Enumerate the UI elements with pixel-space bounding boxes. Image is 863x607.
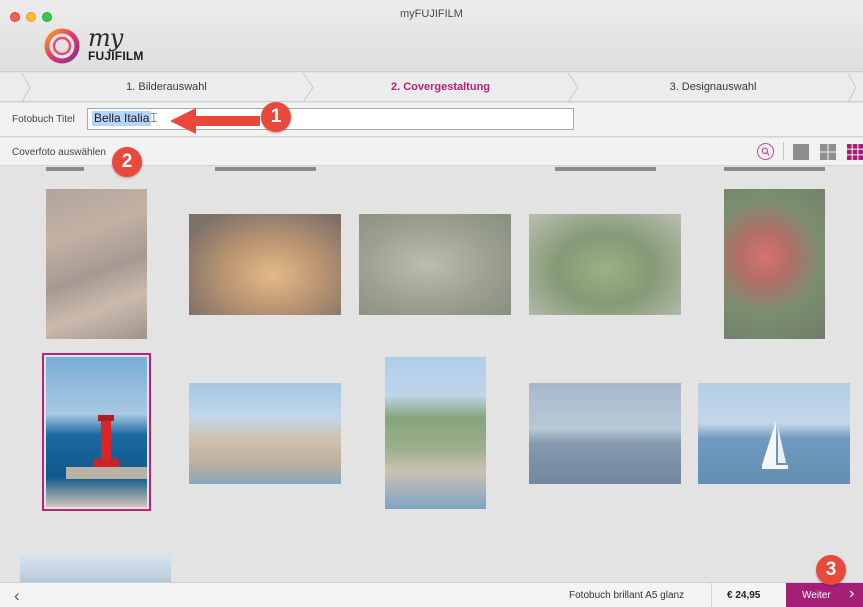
- single-view-icon[interactable]: [793, 144, 809, 160]
- step-covergestaltung[interactable]: 2. Covergestaltung: [313, 73, 568, 102]
- photo-sailboat[interactable]: [698, 383, 850, 484]
- photo-castle-night[interactable]: [189, 214, 341, 315]
- photo-dragonfly[interactable]: [359, 214, 511, 315]
- logo-ring-icon: [44, 28, 80, 64]
- footer-bar: ‹ Fotobuch brillant A5 glanz € 24,95 Wei…: [0, 582, 863, 607]
- price-box: € 24,95: [711, 583, 786, 607]
- myfujifilm-logo: my FUJIFILM: [44, 24, 154, 69]
- sailboat-shape: [762, 421, 788, 469]
- search-icon[interactable]: [757, 143, 774, 160]
- lighthouse-shape: [66, 415, 147, 479]
- step-bilderauswahl[interactable]: 1. Bilderauswahl: [30, 73, 303, 102]
- logo-script: my: [88, 24, 123, 52]
- photo-coastal-town[interactable]: [189, 383, 341, 484]
- photo-palm-partial[interactable]: [20, 553, 171, 582]
- fotobuch-titel-label: Fotobuch Titel: [12, 114, 75, 125]
- weiter-label: Weiter: [802, 590, 831, 601]
- toolbar-divider: [783, 142, 784, 160]
- price: € 24,95: [727, 590, 761, 601]
- window-title: myFUJIFILM: [400, 8, 463, 20]
- photo-thumbnail-partial[interactable]: [46, 167, 84, 171]
- fotobuch-titel-input[interactable]: [87, 108, 574, 130]
- annotation-badge-2: 2: [112, 147, 142, 177]
- photo-red-berries[interactable]: [724, 189, 825, 339]
- photo-thumbnail-partial[interactable]: [555, 167, 656, 171]
- photo-plant[interactable]: [529, 214, 681, 315]
- weiter-button[interactable]: Weiter ›: [786, 583, 863, 607]
- photo-boat-sea[interactable]: [529, 383, 681, 484]
- text-cursor-icon: ⌶: [150, 110, 158, 125]
- product-name: Fotobuch brillant A5 glanz: [569, 590, 685, 601]
- title-input-value: Bella Italia: [92, 111, 152, 126]
- photo-rooftops[interactable]: [46, 189, 147, 339]
- annotation-badge-1: 1: [261, 102, 291, 132]
- coverfoto-label: Coverfoto auswählen: [12, 147, 106, 158]
- photo-rocky-coast[interactable]: [385, 357, 486, 509]
- title-bar: myFUJIFILM my FUJIFILM: [0, 0, 863, 72]
- annotation-badge-3: 3: [816, 555, 846, 585]
- annotation-arrow: [170, 108, 260, 134]
- photo-grid: [0, 167, 863, 582]
- chevron-right-icon: ›: [849, 585, 855, 602]
- step-navigation: 1. Bilderauswahl 2. Covergestaltung 3. D…: [0, 73, 863, 102]
- logo-brand: FUJIFILM: [88, 49, 144, 63]
- medium-grid-icon[interactable]: [820, 144, 836, 160]
- photo-thumbnail-partial[interactable]: [215, 167, 316, 171]
- photo-thumbnail-partial[interactable]: [724, 167, 825, 171]
- photo-lighthouse-selected[interactable]: [42, 353, 151, 511]
- step-designauswahl[interactable]: 3. Designauswahl: [578, 73, 848, 102]
- app-window: myFUJIFILM my FUJIFILM 1. Bilderauswahl …: [0, 0, 863, 607]
- back-arrow-icon[interactable]: ‹: [14, 586, 20, 606]
- small-grid-icon[interactable]: [847, 144, 863, 160]
